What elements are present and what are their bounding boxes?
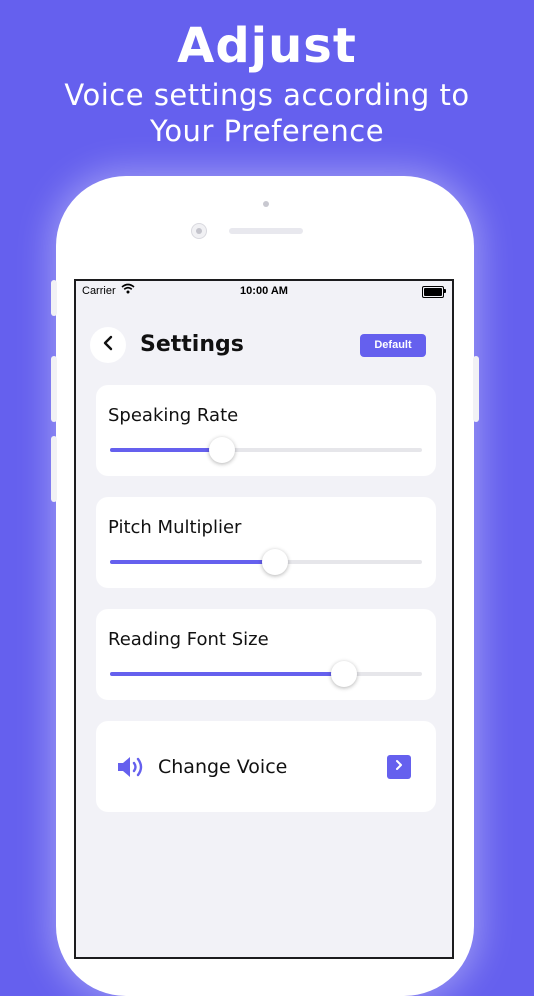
promo-headline: Adjust	[177, 18, 357, 74]
chevron-right-icon	[394, 758, 404, 776]
phone-camera	[191, 223, 207, 239]
pitch-multiplier-label: Pitch Multiplier	[108, 517, 242, 538]
phone-mute-switch	[51, 280, 57, 316]
phone-sensor	[263, 201, 269, 207]
reading-font-size-label: Reading Font Size	[108, 629, 269, 650]
back-button[interactable]	[90, 327, 126, 363]
slider-fill	[110, 560, 276, 564]
battery-icon	[422, 286, 446, 298]
change-voice-card[interactable]: Change Voice	[96, 721, 436, 812]
speaking-rate-slider[interactable]	[110, 437, 422, 463]
phone-speaker-grill	[229, 228, 303, 234]
clock-label: 10:00 AM	[240, 285, 288, 297]
slider-thumb[interactable]	[209, 437, 236, 463]
app-screen: Carrier 10:00 AM Settings Default Speaki…	[74, 279, 454, 959]
speaking-rate-card: Speaking Rate	[96, 385, 436, 476]
reading-font-size-card: Reading Font Size	[96, 609, 436, 700]
speaking-rate-label: Speaking Rate	[108, 405, 239, 426]
pitch-multiplier-card: Pitch Multiplier	[96, 497, 436, 588]
phone-volume-down	[51, 436, 57, 502]
slider-fill	[110, 448, 223, 452]
change-voice-arrow-button[interactable]	[387, 755, 411, 779]
slider-thumb[interactable]	[262, 549, 289, 575]
change-voice-label: Change Voice	[158, 756, 288, 778]
slider-fill	[110, 672, 344, 676]
status-bar: Carrier 10:00 AM	[76, 281, 452, 303]
reading-font-size-slider[interactable]	[110, 661, 422, 687]
speaker-icon	[116, 755, 146, 784]
slider-thumb[interactable]	[331, 661, 357, 687]
promo-subline-1: Voice settings according to	[64, 78, 470, 112]
promo-subline-2: Your Preference	[149, 114, 385, 148]
chevron-left-icon	[102, 335, 114, 356]
phone-power-button	[473, 356, 479, 422]
page-title: Settings	[140, 332, 244, 357]
pitch-multiplier-slider[interactable]	[110, 549, 422, 575]
default-button[interactable]: Default	[360, 334, 426, 357]
phone-volume-up	[51, 356, 57, 422]
